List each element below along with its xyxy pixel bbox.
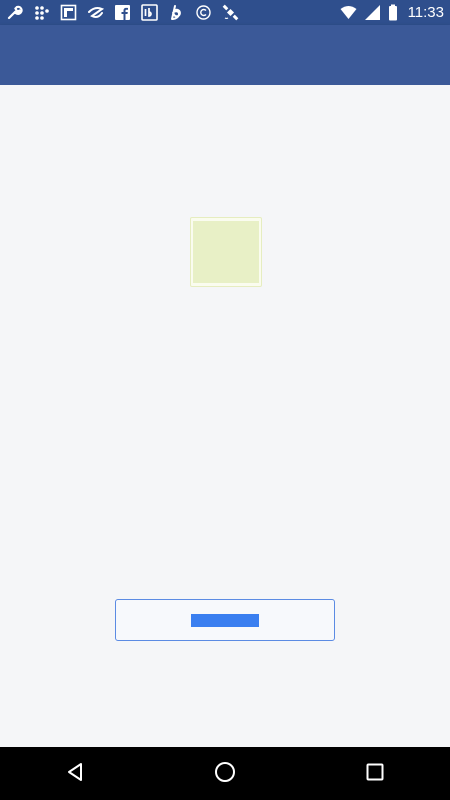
action-button[interactable] [115,599,335,641]
battery-icon [388,4,398,21]
ibibo-icon [141,4,158,21]
wifi-icon [340,4,357,21]
satellite-icon [222,4,239,21]
facebook-icon [114,4,131,21]
action-button-label [191,613,259,627]
app-bar [0,25,450,85]
clock: 11:33 [407,4,444,21]
copyright-icon [195,4,212,21]
recents-icon [366,763,384,785]
back-button[interactable] [45,747,105,800]
recents-button[interactable] [345,747,405,800]
wrench-icon [6,4,23,21]
status-bar: 11:33 [0,0,450,25]
system-status: 11:33 [340,4,444,21]
notification-icons [6,4,340,21]
bold-b-icon [168,4,185,21]
zedge-icon [87,4,104,21]
image-placeholder-fill [193,221,259,283]
image-placeholder [190,217,262,287]
blackberry-icon [33,4,50,21]
home-button[interactable] [195,747,255,800]
home-icon [214,761,236,787]
main-content [0,85,450,747]
navigation-bar [0,747,450,800]
signal-icon [364,4,381,21]
back-icon [65,762,85,786]
flipboard-icon [60,4,77,21]
